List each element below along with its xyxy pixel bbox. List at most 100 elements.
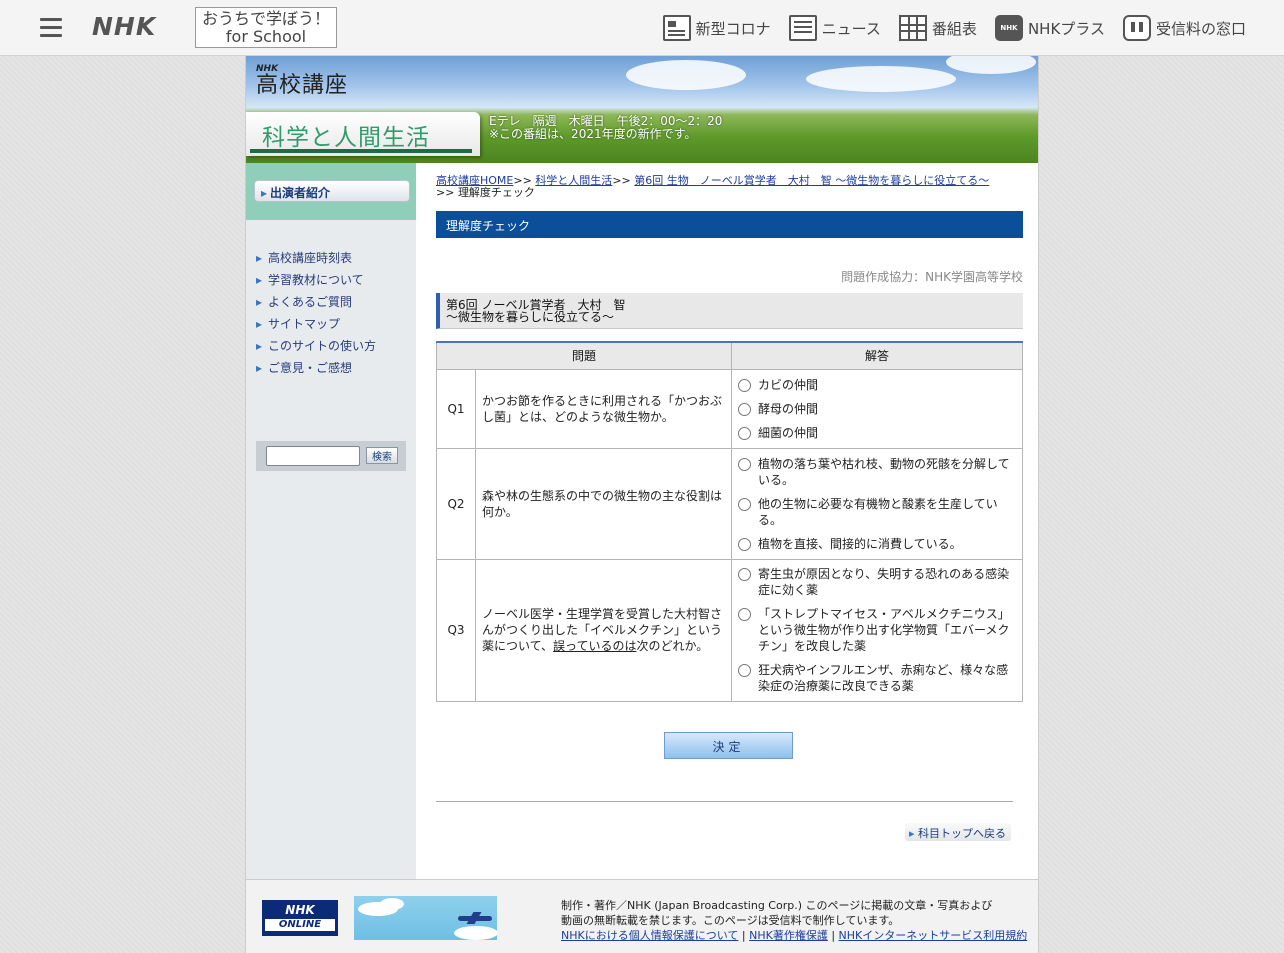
sidebar-item-sitemap[interactable]: サイトマップ (256, 316, 416, 338)
radio-button[interactable] (738, 664, 751, 677)
sidebar-item-faq[interactable]: よくあるご質問 (256, 294, 416, 316)
radio-button[interactable] (738, 402, 751, 416)
answer-option[interactable]: 「ストレプトマイセス・アベルメクチニウス」という微生物が作り出す化学物質「エバー… (737, 606, 1018, 654)
copyright-line2: 動画の無断転載を禁じます。このページは受信料で制作しています。 (561, 914, 900, 927)
answer-option[interactable]: 酵母の仲間 (737, 401, 1018, 417)
footer: NHK ONLINE 制作・著作／NHK (Japan Broadcasting… (246, 879, 1038, 953)
school-button-line1: おうちで学ぼう！ (201, 9, 330, 28)
quiz-table: 問題 解答 Q1 かつお節を作るときに利用される「かつおぶし菌」とは、どのような… (436, 341, 1023, 702)
search-button[interactable]: 検索 (366, 447, 398, 464)
ouchi-de-manabou-button[interactable]: おうちで学ぼう！ for School (195, 7, 337, 48)
answer-options: カビの仲間 酵母の仲間 細菌の仲間 (731, 368, 1023, 449)
main-content: 高校講座HOME>> 科学と人間生活>> 第6回 生物 ノーベル賞学者 大村 智… (436, 163, 1026, 841)
back-to-subject-top-button[interactable]: 科目トップへ戻る (905, 822, 1011, 841)
copyright-link[interactable]: NHK著作権保護 (749, 929, 828, 942)
submit-button[interactable]: 決定 (664, 731, 793, 759)
radio-button[interactable] (738, 457, 751, 471)
answer-option[interactable]: 他の生物に必要な有機物と酸素を生産している。 (737, 496, 1018, 528)
nav-nhk-plus[interactable]: NHK NHKプラス (994, 13, 1105, 43)
nhk-online-logo[interactable]: NHK ONLINE (262, 900, 338, 936)
news-icon (788, 15, 817, 41)
nav-receiving-fee-label: 受信料の窓口 (1155, 19, 1246, 38)
answer-options: 植物の落ち葉や枯れ枝、動物の死骸を分解している。 他の生物に必要な有機物と酸素を… (731, 447, 1023, 560)
question-number: Q2 (436, 447, 476, 560)
sidebar: 出演者紹介 高校講座時刻表 学習教材について よくあるご質問 サイトマップ この… (246, 163, 416, 879)
airplane-icon (458, 916, 492, 921)
cloud-graphic (626, 60, 746, 90)
option-label: 寄生虫が原因となり、失明する恐れのある感染症に効く薬 (758, 567, 1010, 597)
radio-button[interactable] (738, 378, 751, 392)
search-input[interactable] (266, 446, 360, 466)
answer-option[interactable]: 寄生虫が原因となり、失明する恐れのある感染症に効く薬 (737, 566, 1018, 598)
radio-button[interactable] (738, 497, 751, 511)
program-header: NHK 高校講座 科学と人間生活 Eテレ 隔週 木曜日 午後2：00〜2：20 … (246, 56, 1038, 163)
option-label: 酵母の仲間 (758, 401, 819, 416)
privacy-link[interactable]: NHKにおける個人情報保護について (561, 929, 738, 942)
cloud-graphic (380, 898, 404, 910)
breadcrumb-episode[interactable]: 第6回 生物 ノーベル賞学者 大村 智 〜微生物を暮らしに役立てる〜 (634, 174, 989, 187)
question-number: Q3 (436, 558, 476, 702)
menu-icon[interactable] (40, 18, 62, 37)
nhk-online-logo-bottom: ONLINE (265, 919, 335, 931)
sidebar-item-feedback[interactable]: ご意見・ご感想 (256, 360, 416, 382)
sidebar-item-howto[interactable]: このサイトの使い方 (256, 338, 416, 360)
answer-option[interactable]: 細菌の仲間 (737, 425, 1018, 441)
program-title-panel[interactable]: 科学と人間生活 (246, 112, 480, 156)
episode-title-line2: 〜微生物を暮らしに役立てる〜 (446, 310, 615, 324)
koukou-kouza-logo[interactable]: NHK 高校講座 (256, 64, 348, 98)
cloud-graphic (454, 926, 497, 940)
sidebar-item-materials[interactable]: 学習教材について (256, 272, 416, 294)
radio-button[interactable] (738, 568, 751, 581)
terms-link[interactable]: NHKインターネットサービス利用規約 (839, 929, 1028, 942)
question-text: かつお節を作るときに利用される「かつおぶし菌」とは、どのような微生物か。 (475, 368, 732, 449)
nav-receiving-fee[interactable]: 受信料の窓口 (1122, 13, 1246, 43)
breadcrumb-subject[interactable]: 科学と人間生活 (535, 174, 612, 187)
question-text: 森や林の生態系の中での微生物の主な役割は何か。 (475, 447, 732, 560)
answer-option[interactable]: 植物の落ち葉や枯れ枝、動物の死骸を分解している。 (737, 456, 1018, 488)
nav-corona[interactable]: 新型コロナ (662, 13, 771, 43)
answer-option[interactable]: カビの仲間 (737, 377, 1018, 393)
quiz-row: Q3 ノーベル医学・生理学賞を受賞した大村智さんがつくり出した「イベルメクチン」… (436, 558, 1023, 702)
corona-info-icon (662, 15, 691, 41)
option-label: カビの仲間 (758, 377, 819, 392)
quiz-row: Q1 かつお節を作るときに利用される「かつおぶし菌」とは、どのような微生物か。 … (436, 368, 1023, 449)
question-text-emphasis: 誤っているのは (553, 639, 637, 653)
answer-option[interactable]: 狂犬病やインフルエンザ、赤痢など、様々な感染症の治療薬に改良できる薬 (737, 662, 1018, 694)
receiving-fee-icon (1122, 15, 1151, 41)
copyright-line1: 制作・著作／NHK (Japan Broadcasting Corp.) このペ… (561, 899, 993, 912)
nav-corona-label: 新型コロナ (695, 19, 771, 38)
nav-program-guide-label: 番組表 (931, 19, 977, 38)
footer-copyright: 制作・著作／NHK (Japan Broadcasting Corp.) このペ… (561, 898, 1036, 943)
link-separator: | (741, 929, 746, 942)
nav-program-guide[interactable]: 番組表 (898, 13, 977, 43)
breadcrumb: 高校講座HOME>> 科学と人間生活>> 第6回 生物 ノーベル賞学者 大村 智… (436, 175, 1026, 199)
program-title: 科学と人間生活 (262, 125, 430, 151)
nhk-logo[interactable]: NHK (92, 12, 156, 41)
sidebar-item-timetable[interactable]: 高校講座時刻表 (256, 250, 416, 272)
site-search: 検索 (256, 441, 406, 471)
broadcast-info: Eテレ 隔週 木曜日 午後2：00〜2：20 ※この番組は、2021年度の新作で… (489, 115, 722, 141)
question-text-part: 次のどれか。 (636, 639, 709, 653)
episode-title: 第6回 ノーベル賞学者 大村 智 〜微生物を暮らしに役立てる〜 (436, 293, 1023, 329)
question-text: ノーベル医学・生理学賞を受賞した大村智さんがつくり出した「イベルメクチン」という… (475, 558, 732, 702)
quiz-row: Q2 森や林の生態系の中での微生物の主な役割は何か。 植物の落ち葉や枯れ枝、動物… (436, 447, 1023, 560)
program-guide-icon (898, 15, 927, 41)
sidebar-menu: 高校講座時刻表 学習教材について よくあるご質問 サイトマップ このサイトの使い… (246, 220, 416, 382)
nhk-plus-icon: NHK (994, 15, 1023, 41)
footer-links: NHKにおける個人情報保護について | NHK著作権保護 | NHKインターネッ… (561, 928, 1036, 943)
breadcrumb-sep: >> (436, 186, 455, 199)
sky-banner[interactable] (354, 896, 497, 940)
nav-news[interactable]: ニュース (788, 13, 881, 43)
page-frame: NHK 高校講座 科学と人間生活 Eテレ 隔週 木曜日 午後2：00〜2：20 … (245, 56, 1039, 953)
breadcrumb-current: 理解度チェック (457, 186, 535, 199)
option-label: 植物を直接、間接的に消費している。 (758, 536, 962, 551)
radio-button[interactable] (738, 537, 751, 551)
answer-option[interactable]: 植物を直接、間接的に消費している。 (737, 536, 1018, 552)
broadcast-note: ※この番組は、2021年度の新作です。 (489, 127, 697, 141)
cast-intro-button[interactable]: 出演者紹介 (254, 180, 410, 202)
radio-button[interactable] (738, 426, 751, 440)
radio-button[interactable] (738, 608, 751, 621)
cloud-graphic (946, 56, 1036, 74)
option-label: 細菌の仲間 (758, 425, 819, 440)
breadcrumb-sep: >> (612, 174, 631, 187)
